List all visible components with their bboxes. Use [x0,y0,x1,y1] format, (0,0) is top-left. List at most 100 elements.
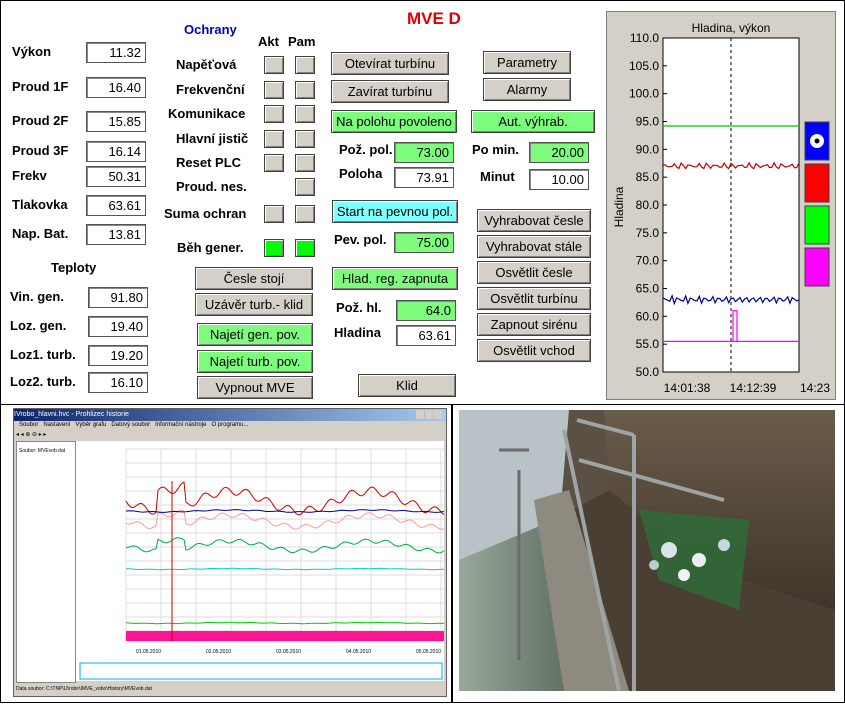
menu-item[interactable]: O programu... [211,422,248,428]
poz-hl-field[interactable]: 64.0 [396,300,456,321]
klid-button[interactable]: Klid [358,374,456,397]
menu-item[interactable]: Soubor [19,422,38,428]
param-value: 11.32 [86,42,146,63]
poz-pol-label: Pož. pol. [339,142,393,157]
temp-value: 19.20 [88,345,148,366]
protection-akt-indicator[interactable] [264,205,284,223]
trend-chart: Hladina, výkon 110.0 105.0 100.0 95.0 90.0 85.… [612,21,830,395]
history-window-title: IVrobo_hlavni.hvc - Prohlizec historie [14,409,446,421]
page-title: MVE D [407,9,461,28]
protection-label: Suma ochran [164,206,247,221]
po-min-label: Po min. [472,142,519,157]
protection-label: Komunikace [168,106,246,121]
start-pevna-pol-button[interactable]: Start na pevnou pol. [332,200,458,223]
protection-pam-indicator[interactable] [295,154,315,172]
aut-vyhrab-button[interactable]: Aut. výhrab. [471,110,595,133]
beh-gener-akt-indicator [264,239,284,257]
minut-field[interactable]: 10.00 [529,169,589,190]
protection-label: Frekvenční [176,82,245,97]
signal-list[interactable]: Soubor: MVEvob.dat [16,441,76,683]
history-toolbar: ◂ ◂ ⊕ ⊖ ▸ ▸ [16,432,47,438]
protection-akt-indicator[interactable] [264,81,284,99]
poz-pol-field[interactable]: 73.00 [394,142,454,163]
zapnout-sirenu-button[interactable]: Zapnout sirénu [477,313,591,336]
temp-label: Loz. gen. [10,318,67,333]
zavirat-turbinu-button[interactable]: Zavírat turbínu [331,80,449,103]
protection-label: Proud. nes. [176,179,247,194]
protection-pam-indicator[interactable] [295,178,315,196]
vyhrabovat-cesle-button[interactable]: Vyhrabovat česle [477,209,591,232]
protection-pam-indicator[interactable] [295,56,315,74]
col-pam-label: Pam [288,34,316,49]
temp-label: Loz2. turb. [10,374,76,389]
param-value: 63.61 [86,195,146,216]
hlad-reg-button[interactable]: Hlad. reg. zapnuta [332,267,458,290]
legend-swatch [804,247,830,287]
beh-gener-label: Běh gener. [177,240,244,255]
param-value: 13.81 [86,224,146,245]
cesle-stoji-button[interactable]: Česle stojí [195,267,313,290]
param-label: Proud 2F [12,113,69,128]
protection-label: Napěťová [176,57,237,72]
alarmy-button[interactable]: Alarmy [483,78,571,101]
y-axis-label: Hladina [612,186,626,227]
na-polohu-button[interactable]: Na polohu povoleno [331,110,457,133]
y-tick-label: 60.0 [636,309,660,323]
protection-akt-indicator[interactable] [264,105,284,123]
uzaver-turb-button[interactable]: Uzávěr turb.- klid [195,293,313,316]
param-label: Výkon [12,44,52,59]
history-chart: 01.05.2010 02.05.2010 03.05.2010 04.05.2010… [76,441,444,681]
parametry-button[interactable]: Parametry [483,51,571,74]
vypnout-mve-button[interactable]: Vypnout MVE [197,376,313,399]
minimize-icon[interactable] [416,410,424,419]
param-value: 16.14 [86,141,146,162]
teploty-header: Teploty [51,260,97,275]
maximize-icon[interactable] [425,410,433,419]
x-tick-label: 14:01:38 [664,381,711,395]
history-overview [79,662,443,680]
temp-value: 91.80 [88,287,148,308]
y-tick-label: 50.0 [636,365,660,379]
menu-item[interactable]: Nastavení [43,422,70,428]
osvetlit-turbinu-button[interactable]: Osvětlit turbínu [477,287,591,310]
history-window: IVrobo_hlavni.hvc - Prohlizec historie S… [13,408,447,697]
y-tick-label: 110.0 [630,31,659,45]
najeti-gen-button[interactable]: Najetí gen. pov. [197,323,313,346]
menu-item[interactable]: Výběr grafu [75,422,106,428]
osvetlit-vchod-button[interactable]: Osvětlit vchod [477,339,591,362]
param-label: Tlakovka [12,197,68,212]
y-tick-label: 80.0 [636,198,660,212]
menu-item[interactable]: Informační nástroje [155,422,206,428]
y-tick-label: 85.0 [636,170,660,184]
po-min-field[interactable]: 20.00 [529,142,589,163]
protection-akt-indicator[interactable] [264,154,284,172]
param-value: 50.31 [86,166,146,187]
y-tick-label: 70.0 [636,254,660,268]
osvetlit-cesle-button[interactable]: Osvětlit česle [477,261,591,284]
menu-item[interactable]: Datový soubor [111,422,150,428]
protection-pam-indicator[interactable] [295,130,315,148]
x-tick-label: 14:23 [800,381,830,395]
protection-pam-indicator[interactable] [295,105,315,123]
legend-swatch [804,205,830,245]
legend-marker-dot [814,138,820,144]
protection-label: Hlavní jistič [176,131,249,146]
close-icon[interactable] [434,410,442,419]
pev-pol-label: Pev. pol. [334,232,387,247]
history-x-tick: 05.05.2010 [416,649,441,655]
protection-akt-indicator[interactable] [264,130,284,148]
pev-pol-field[interactable]: 75.00 [394,232,454,253]
param-value: 15.85 [86,111,146,132]
temp-value: 16.10 [88,372,148,393]
otevirat-turbinu-button[interactable]: Otevírat turbínu [331,52,449,75]
history-file-label: Soubor: MVEvob.dat [19,448,66,454]
hladina-field: 63.61 [396,325,456,346]
ochrany-header: Ochrany [184,22,237,37]
param-label: Proud 3F [12,143,69,158]
vyhrabovat-stale-button[interactable]: Vyhrabovat stále [477,235,591,258]
protection-pam-indicator[interactable] [295,205,315,223]
protection-pam-indicator[interactable] [295,81,315,99]
najeti-turb-button[interactable]: Najetí turb. pov. [197,350,313,373]
protection-akt-indicator[interactable] [264,56,284,74]
y-tick-label: 65.0 [636,282,660,296]
